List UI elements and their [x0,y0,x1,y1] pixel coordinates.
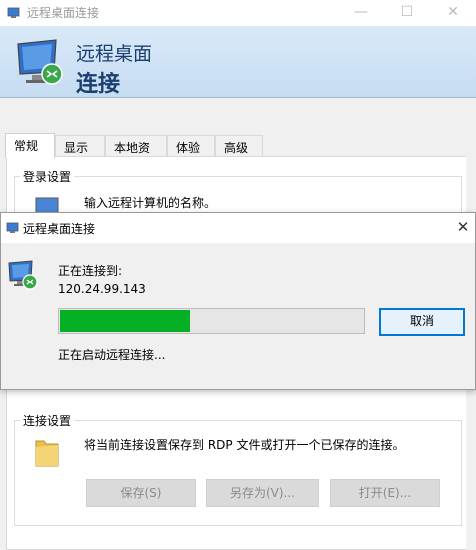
cancel-button[interactable]: 取消 [379,308,465,336]
dialog-titlebar: 远程桌面连接 ✕ [1,213,475,243]
remote-desktop-monitor-icon [8,260,38,290]
login-settings-label: 登录设置 [20,168,75,185]
remote-desktop-icon [6,222,19,233]
tab-display[interactable]: 显示 [55,135,105,157]
dialog-title: 远程桌面连接 [23,222,96,236]
close-button[interactable]: ✕ [430,0,476,26]
tab-advanced[interactable]: 高级 [215,135,263,157]
header-banner: 远程桌面 连接 [0,26,476,98]
host-address: 120.24.99.143 [58,282,146,296]
connection-settings-label: 连接设置 [20,412,75,429]
progress-fill [60,310,190,332]
remote-desktop-icon [7,7,20,18]
login-hint-text: 输入远程计算机的名称。 [84,196,217,210]
banner-title-line2: 连接 [76,72,121,97]
login-settings-group [14,176,462,216]
save-as-button[interactable]: 另存为(V)... [206,479,319,507]
connecting-to-label: 正在连接到: [58,264,123,278]
connection-progress-bar [58,308,365,334]
main-titlebar: 远程桌面连接 — ☐ ✕ [0,0,476,26]
main-window-title: 远程桌面连接 [27,6,100,20]
open-button[interactable]: 打开(E)... [330,479,440,507]
connecting-dialog: 远程桌面连接 ✕ 正在连接到: 120.24.99.143 取消 正在启动远程连… [0,212,476,390]
tab-experience[interactable]: 体验 [167,135,215,157]
dialog-close-button[interactable]: ✕ [453,217,473,237]
banner-title-line1: 远程桌面 [76,43,153,65]
status-text: 正在启动远程连接... [58,348,166,362]
tab-general[interactable]: 常规 [5,133,55,158]
maximize-button[interactable]: ☐ [384,0,430,26]
tab-local-resources[interactable]: 本地资源 [105,135,167,172]
remote-desktop-monitor-icon [17,39,63,85]
folder-icon [35,440,59,467]
save-button[interactable]: 保存(S) [86,479,196,507]
minimize-button[interactable]: — [338,0,384,26]
connection-settings-description: 将当前连接设置保存到 RDP 文件或打开一个已保存的连接。 [84,438,405,452]
